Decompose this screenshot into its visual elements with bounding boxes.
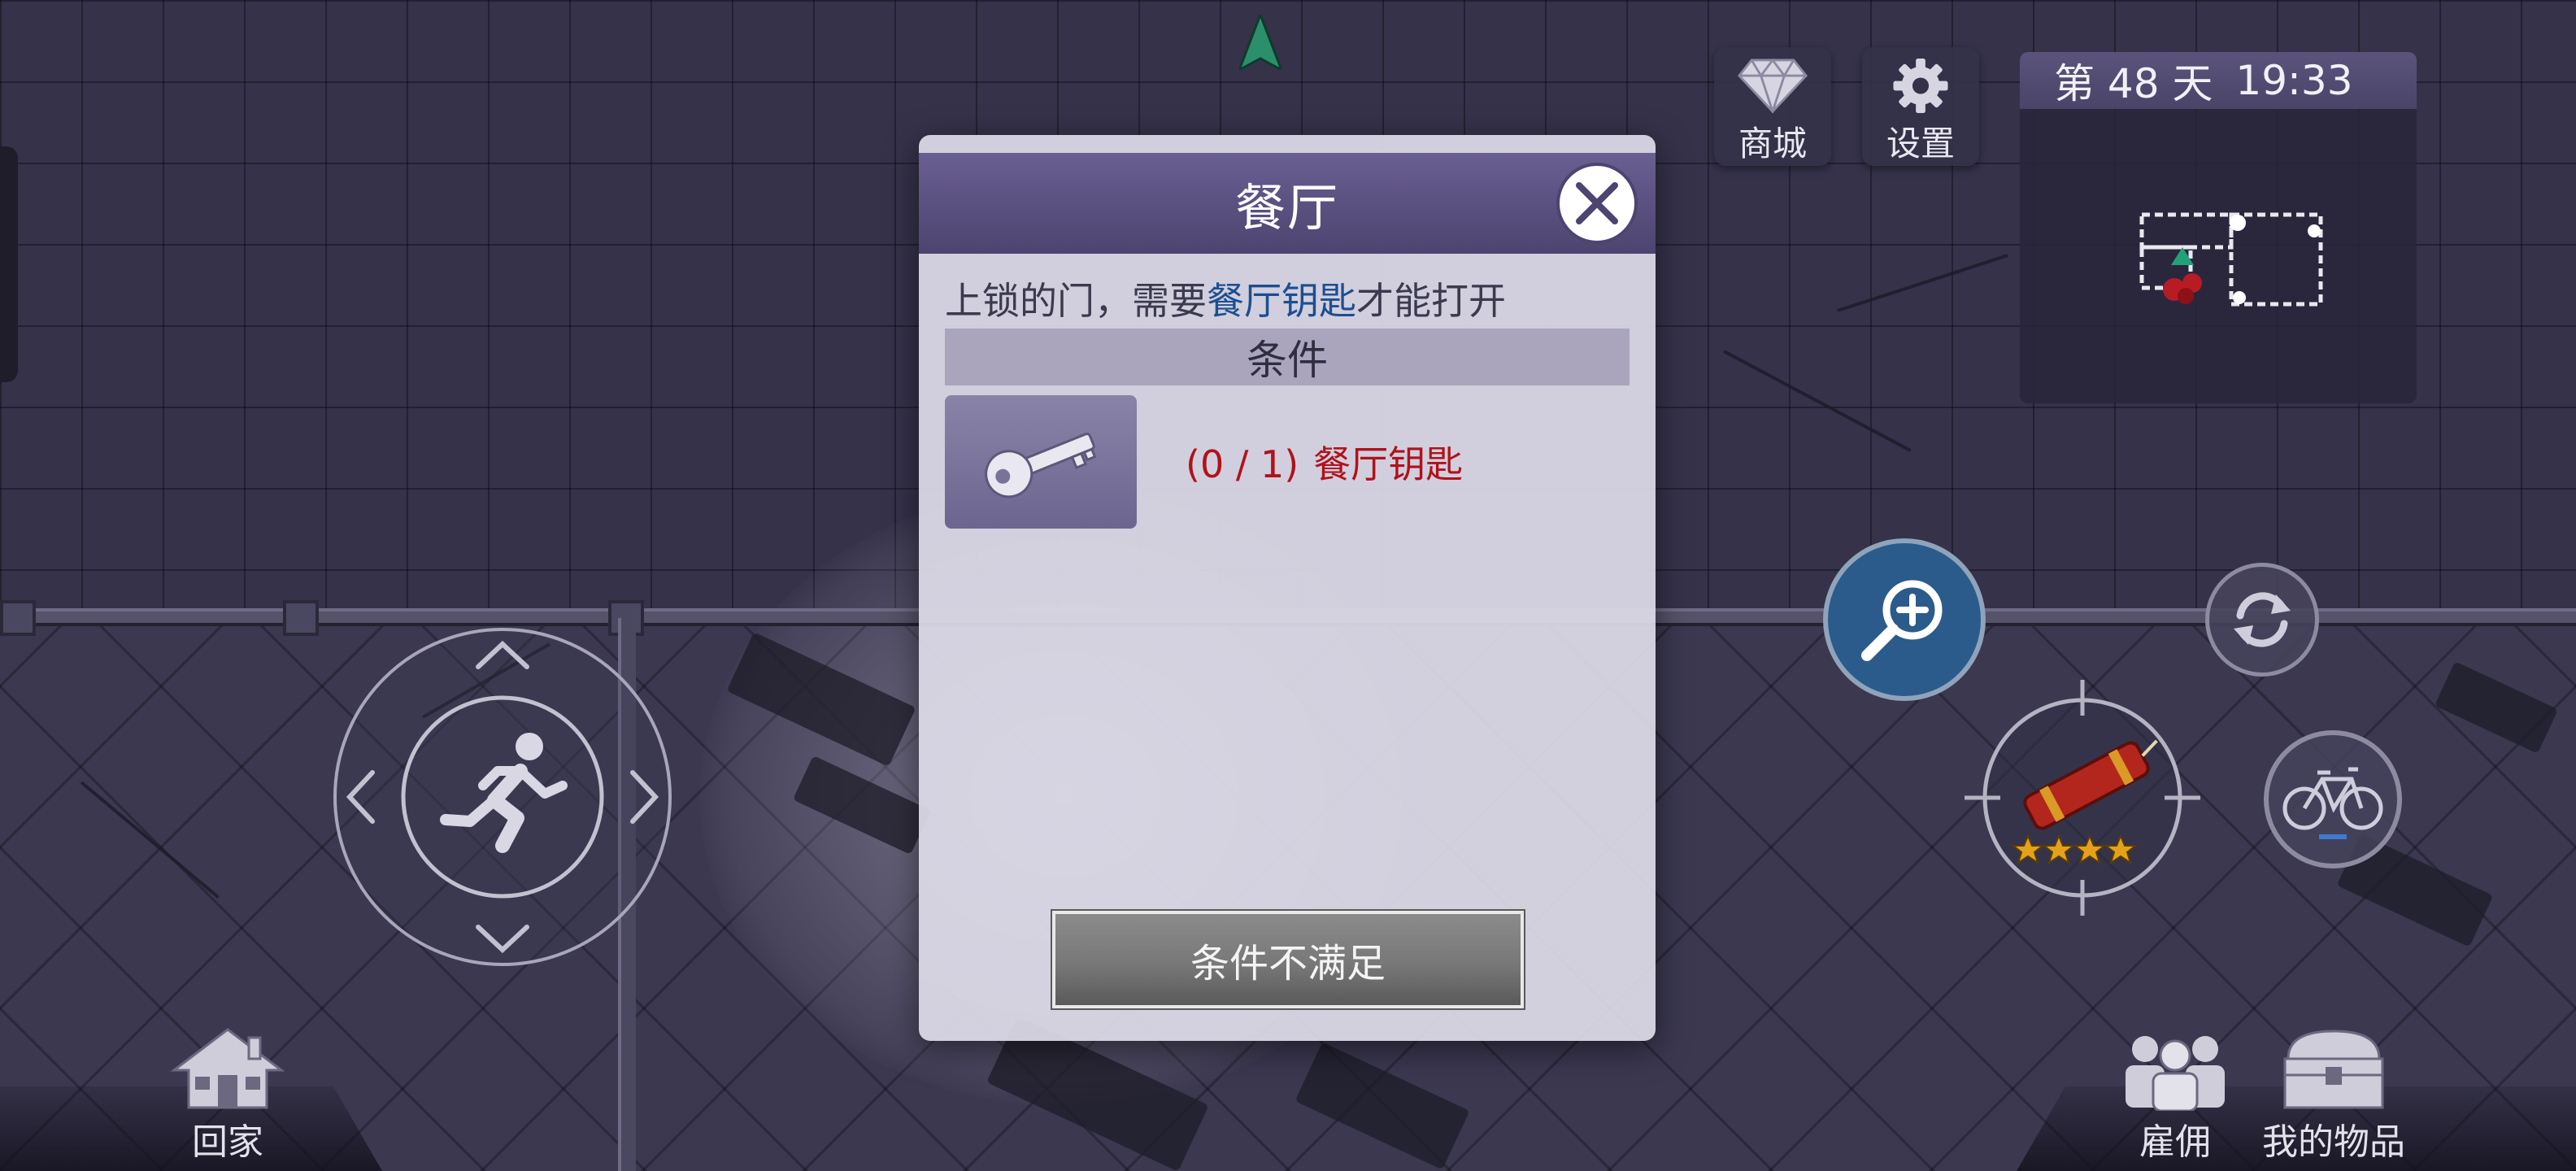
diamond-icon [1737,59,1808,113]
requirement-item-name: 餐厅钥匙 [1313,442,1464,486]
desc-suffix: 才能打开 [1356,279,1506,323]
magnifier-plus-icon [1861,580,1943,661]
dialog-header: 餐厅 [919,153,1656,254]
dialog-title: 餐厅 [1234,178,1339,237]
conditions-header: 条件 [945,329,1630,385]
switch-button[interactable] [2205,563,2319,677]
weapon-slot[interactable] [1965,680,2200,916]
settings-button[interactable]: 设置 [1862,47,1979,166]
navigation-arrow-icon [1239,15,1281,70]
gear-icon [1893,59,1948,113]
bicycle-icon [2282,767,2383,839]
zoom-button[interactable] [1823,538,1986,701]
chest-icon [2283,1030,2384,1109]
minimap-rooms [2139,212,2323,307]
wall-post [0,600,36,636]
go-home-label: 回家 [192,1121,263,1163]
requirement-row: (0 / 1) 餐厅钥匙 [945,395,1630,529]
inventory-label: 我的物品 [2262,1121,2405,1163]
hire-button[interactable]: 雇佣 [2114,1026,2236,1164]
go-home-button[interactable]: 回家 [171,1026,285,1164]
shop-label: 商城 [1738,124,1807,163]
close-button[interactable] [1556,163,1638,244]
required-item-tile[interactable] [945,395,1137,529]
people-icon [2126,1036,2225,1111]
movement-joystick[interactable] [332,626,673,968]
time-label: 19:33 [2235,57,2353,104]
refresh-icon [2234,592,2291,647]
settings-label: 设置 [1886,124,1955,163]
wall-post [283,600,319,636]
hire-label: 雇佣 [2139,1121,2211,1163]
dialog-description: 上锁的门，需要餐厅钥匙才能打开 [945,272,1506,325]
house-icon [171,1028,285,1109]
close-icon [1576,182,1618,224]
requirement-text: (0 / 1) 餐厅钥匙 [1186,435,1463,489]
locked-door-dialog: 餐厅 上锁的门，需要餐厅钥匙才能打开 条件 (0 / 1) 餐厅钥匙 条件不满足 [919,135,1656,1041]
day-time-header: 第 48 天 19:33 [2020,52,2417,109]
conditions-unmet-button[interactable]: 条件不满足 [1051,909,1525,1010]
desc-key-name: 餐厅钥匙 [1207,279,1356,323]
requirement-count: (0 / 1) [1186,442,1299,486]
left-edge-tab[interactable] [0,146,18,382]
key-icon [985,433,1097,498]
minimap[interactable]: 第 48 天 19:33 [2020,52,2417,403]
shop-button[interactable]: 商城 [1714,47,1831,166]
day-label: 第 48 天 [2054,60,2213,107]
inventory-button[interactable]: 我的物品 [2262,1026,2405,1164]
bicycle-button[interactable] [2264,730,2402,868]
desc-prefix: 上锁的门，需要 [945,279,1207,323]
